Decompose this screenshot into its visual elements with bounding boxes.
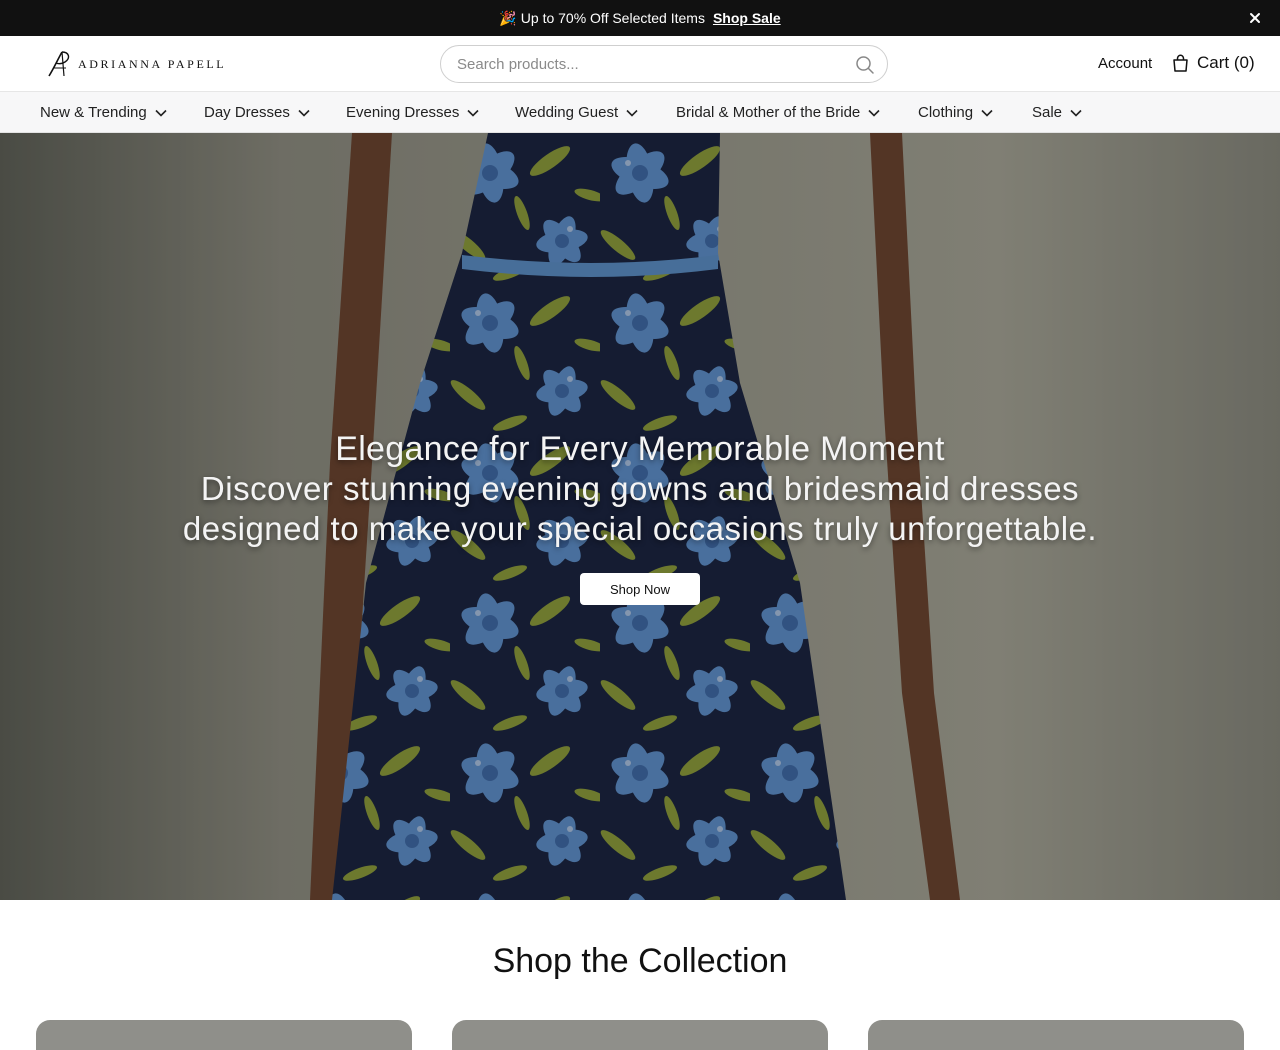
- brand-wordmark: ADRIANNA PAPELL: [78, 56, 227, 71]
- nav-item-label: Day Dresses: [204, 104, 290, 121]
- chevron-down-icon: [1070, 109, 1082, 117]
- cart-label: Cart (0): [1197, 53, 1255, 72]
- nav-item-wedding-guest[interactable]: Wedding Guest: [515, 104, 638, 121]
- nav-item-bridal[interactable]: Bridal & Mother of the Bride: [676, 104, 880, 121]
- hero-subtitle-line-1: Discover stunning evening gowns and brid…: [200, 470, 1080, 507]
- hero-banner: Elegance for Every Memorable Moment Disc…: [0, 133, 1280, 900]
- shopping-bag-icon: [1173, 54, 1188, 72]
- search-bar: [440, 45, 888, 83]
- chevron-down-icon: [626, 109, 638, 117]
- shop-sale-link[interactable]: Shop Sale: [713, 10, 781, 26]
- main-navigation: New & Trending Day Dresses Evening Dress…: [0, 92, 1280, 133]
- nav-item-label: Evening Dresses: [346, 104, 460, 121]
- chevron-down-icon: [868, 109, 880, 117]
- collection-card[interactable]: [36, 1020, 412, 1050]
- collection-card[interactable]: [868, 1020, 1244, 1050]
- nav-item-day-dresses[interactable]: Day Dresses: [204, 104, 310, 121]
- chevron-down-icon: [467, 109, 479, 117]
- brand-monogram-icon: [48, 51, 70, 77]
- collection-section: Shop the Collection: [0, 900, 1280, 1050]
- nav-item-sale[interactable]: Sale: [1032, 104, 1082, 121]
- nav-item-label: Sale: [1032, 104, 1063, 121]
- collection-card[interactable]: [452, 1020, 828, 1050]
- chevron-down-icon: [298, 109, 310, 117]
- cart-button[interactable]: Cart (0): [1172, 53, 1255, 73]
- close-icon[interactable]: [1246, 9, 1264, 27]
- account-link[interactable]: Account: [1098, 55, 1152, 72]
- hero-text: Elegance for Every Memorable Moment Disc…: [140, 429, 1140, 549]
- search-icon[interactable]: [855, 55, 875, 75]
- nav-item-evening-dresses[interactable]: Evening Dresses: [346, 104, 479, 121]
- nav-item-new-trending[interactable]: New & Trending: [40, 104, 167, 121]
- nav-item-clothing[interactable]: Clothing: [918, 104, 993, 121]
- collection-title: Shop the Collection: [492, 942, 788, 980]
- site-header: ADRIANNA PAPELL Account Cart (0): [0, 36, 1280, 92]
- shop-now-button[interactable]: Shop Now: [580, 573, 700, 605]
- party-popper-icon: 🎉: [499, 9, 517, 26]
- nav-item-label: Clothing: [918, 104, 974, 121]
- brand-logo[interactable]: ADRIANNA PAPELL: [46, 50, 226, 78]
- hero-subtitle-line-2: designed to make your special occasions …: [182, 510, 1098, 547]
- hero-title: Elegance for Every Memorable Moment: [335, 430, 945, 468]
- nav-item-label: Bridal & Mother of the Bride: [676, 104, 861, 121]
- chevron-down-icon: [981, 109, 993, 117]
- chevron-down-icon: [155, 109, 167, 117]
- search-input[interactable]: [457, 46, 837, 82]
- nav-item-label: Wedding Guest: [515, 104, 619, 121]
- nav-item-label: New & Trending: [40, 104, 147, 121]
- announcement-text: Up to 70% Off Selected Items: [520, 10, 705, 26]
- announcement-bar: 🎉 Up to 70% Off Selected Items Shop Sale: [0, 0, 1280, 36]
